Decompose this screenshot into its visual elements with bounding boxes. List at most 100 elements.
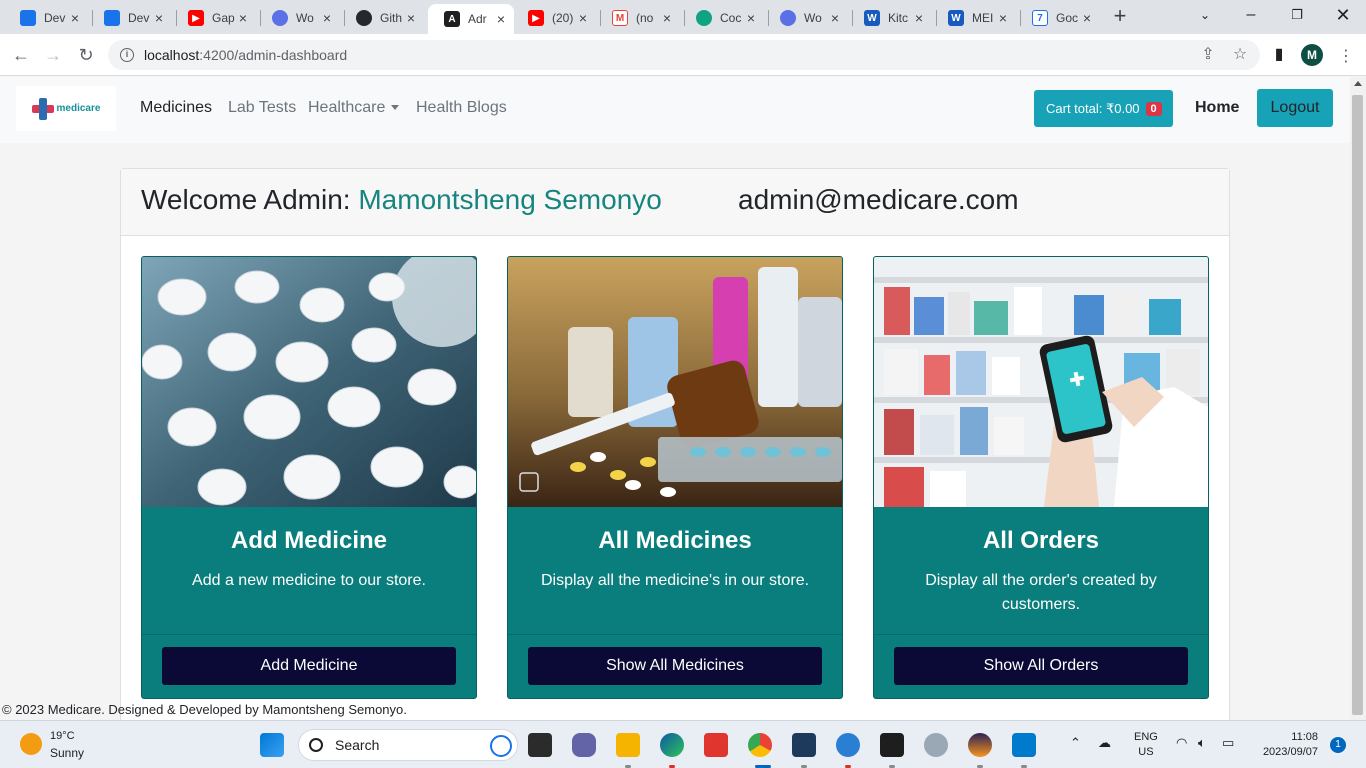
browser-tab[interactable]: 7 Goc × (1016, 4, 1100, 32)
tab-title: Wo (296, 11, 314, 25)
scrollbar-thumb[interactable] (1352, 95, 1363, 715)
add-medicine-button[interactable]: Add Medicine (162, 647, 456, 685)
notification-badge[interactable]: 1 (1330, 737, 1346, 753)
close-icon[interactable]: × (1080, 10, 1094, 26)
browser-tab-active[interactable]: A Adr × (428, 4, 514, 34)
forward-arrow-icon[interactable]: → (40, 42, 66, 68)
teams-chat-icon[interactable] (572, 733, 596, 757)
browser-tab[interactable]: Dev × (88, 4, 172, 32)
show-all-medicines-button[interactable]: Show All Medicines (528, 647, 822, 685)
search-icon (309, 738, 323, 752)
taskbar-search[interactable]: Search (298, 729, 518, 761)
tab-title: (20) (552, 11, 574, 25)
cart-total-button[interactable]: Cart total: ₹0.00 0 (1034, 90, 1173, 127)
nav-healthcare-dropdown[interactable]: Healthcare (308, 99, 400, 117)
settings-gear-icon[interactable] (924, 733, 948, 757)
nav-medicines[interactable]: Medicines (140, 99, 212, 117)
reload-icon[interactable]: ↻ (73, 42, 99, 68)
nav-lab-tests[interactable]: Lab Tests (228, 99, 296, 117)
browser-tab[interactable]: M (no × (596, 4, 680, 32)
page-scrollbar[interactable] (1350, 77, 1366, 720)
browser-tab[interactable]: Dev × (4, 4, 88, 32)
side-panel-icon[interactable]: ▮ (1268, 44, 1290, 64)
close-icon[interactable]: × (996, 10, 1010, 26)
browser-tab[interactable]: ▶ (20) × (512, 4, 596, 32)
close-icon[interactable]: × (576, 10, 590, 26)
medicare-logo[interactable]: medicare (16, 86, 116, 131)
bookmark-star-icon[interactable]: ☆ (1229, 44, 1251, 64)
browser-tab[interactable]: Gith × (340, 4, 424, 32)
chevron-up-icon[interactable]: ⌃ (1070, 735, 1081, 751)
wifi-icon[interactable]: ◠ (1176, 735, 1187, 751)
medicine-bottles-image (508, 257, 842, 507)
site-navbar: medicare Medicines Lab Tests Healthcare … (0, 77, 1350, 143)
chrome-icon[interactable] (748, 733, 772, 757)
vscode-icon[interactable] (1012, 733, 1036, 757)
restore-icon[interactable]: ❐ (1274, 0, 1320, 32)
close-icon[interactable]: × (152, 10, 166, 26)
close-window-icon[interactable]: ✕ (1320, 0, 1366, 32)
browser-tab[interactable]: Wo × (764, 4, 848, 32)
close-icon[interactable]: × (320, 10, 334, 26)
keyboard-region: US (1138, 746, 1154, 758)
volume-icon[interactable]: 🔈︎ (1198, 735, 1206, 751)
onedrive-cloud-icon[interactable]: ☁ (1098, 735, 1111, 751)
browser-tab[interactable]: Coc × (680, 4, 764, 32)
file-explorer-icon[interactable] (616, 733, 640, 757)
minimize-icon[interactable]: – (1228, 0, 1274, 32)
gmail-icon: M (612, 10, 628, 26)
show-all-orders-button[interactable]: Show All Orders (894, 647, 1188, 685)
browser-tab[interactable]: W MEI × (932, 4, 1016, 32)
browser-tab[interactable]: Wo × (256, 4, 340, 32)
new-tab-plus-icon[interactable]: + (1108, 4, 1132, 28)
panel-header: Welcome Admin: Mamontsheng Semonyo admin… (121, 169, 1229, 236)
browser-tab[interactable]: W Kitc × (848, 4, 932, 32)
windows-start-icon[interactable] (260, 733, 284, 757)
tab-search-chevron-icon[interactable]: ⌄ (1182, 0, 1228, 32)
mysql-workbench-icon[interactable] (792, 733, 816, 757)
language-indicator[interactable]: ENG US (1134, 730, 1158, 760)
postman-icon[interactable] (836, 733, 860, 757)
share-icon[interactable]: ⇪ (1197, 44, 1219, 64)
nav-health-blogs[interactable]: Health Blogs (416, 99, 507, 117)
word-icon: W (864, 10, 880, 26)
close-icon[interactable]: × (660, 10, 674, 26)
youtube-icon: ▶ (188, 10, 204, 26)
admin-dashboard-panel: Welcome Admin: Mamontsheng Semonyo admin… (120, 168, 1230, 720)
close-icon[interactable]: × (494, 11, 508, 27)
bing-icon[interactable] (490, 735, 512, 757)
close-icon[interactable]: × (828, 10, 842, 26)
task-view-icon[interactable] (528, 733, 552, 757)
address-bar-row: ← → ↻ i localhost:4200/admin-dashboard ⇪… (0, 34, 1366, 76)
battery-icon[interactable]: ▭ (1222, 735, 1234, 751)
logout-button[interactable]: Logout (1257, 89, 1333, 127)
close-icon[interactable]: × (68, 10, 82, 26)
close-icon[interactable]: × (912, 10, 926, 26)
anydesk-icon[interactable] (704, 733, 728, 757)
home-link[interactable]: Home (1195, 99, 1239, 117)
back-arrow-icon[interactable]: ← (8, 42, 34, 68)
browser-tab[interactable]: ▶ Gap × (172, 4, 256, 32)
url-host: localhost (144, 47, 200, 63)
close-icon[interactable]: × (744, 10, 758, 26)
url-input[interactable]: i localhost:4200/admin-dashboard (108, 40, 1260, 70)
devops-icon (20, 10, 36, 26)
google-calendar-icon: 7 (1032, 10, 1048, 26)
close-icon[interactable]: × (236, 10, 250, 26)
system-clock[interactable]: 11:08 2023/09/07 (1256, 730, 1318, 760)
chrome-webstore-icon (272, 10, 288, 26)
medical-cross-icon (31, 97, 54, 120)
page-viewport: medicare Medicines Lab Tests Healthcare … (0, 77, 1350, 720)
sun-icon[interactable] (20, 733, 42, 755)
profile-avatar[interactable]: M (1301, 44, 1323, 66)
tab-title: Kitc (888, 11, 909, 25)
close-icon[interactable]: × (404, 10, 418, 26)
browser-menu-icon[interactable]: ⋮ (1338, 46, 1354, 66)
edge-icon[interactable] (660, 733, 684, 757)
site-info-icon[interactable]: i (120, 48, 134, 62)
terminal-icon[interactable] (880, 733, 904, 757)
browser-tab-strip: Dev × Dev × ▶ Gap × Wo × Gith × A Adr × … (0, 0, 1366, 34)
scroll-up-icon[interactable] (1354, 81, 1362, 86)
eclipse-icon[interactable] (968, 733, 992, 757)
welcome-prefix: Welcome Admin: (141, 184, 351, 215)
